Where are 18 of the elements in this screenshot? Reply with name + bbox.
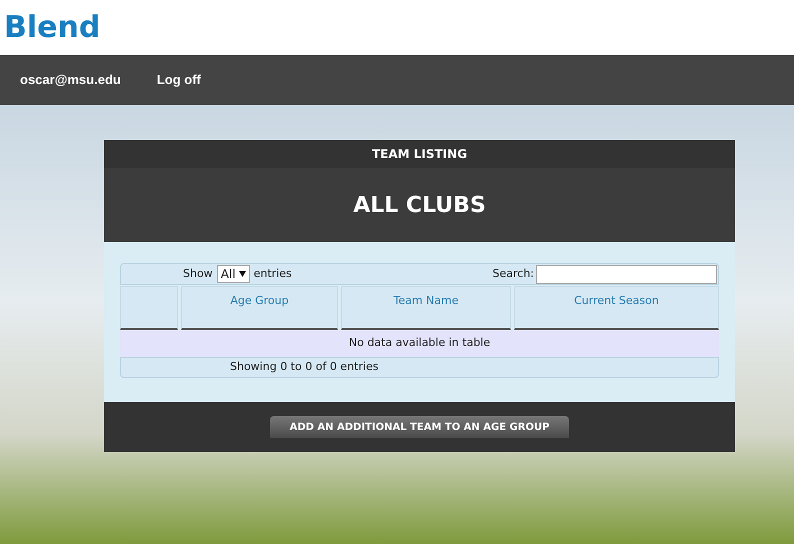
panel-header: TEAM LISTING — [104, 140, 735, 168]
show-label: Show — [183, 266, 213, 282]
search-field[interactable] — [536, 264, 717, 284]
logo: Blend — [4, 12, 100, 42]
logoff-link[interactable]: Log off — [156, 70, 201, 90]
length-select[interactable]: All — [216, 265, 250, 283]
column-header[interactable]: Current Season — [514, 286, 719, 330]
caret-icon — [238, 271, 246, 277]
empty-row: No data available in table — [120, 330, 719, 357]
entries-label: entries — [254, 266, 292, 282]
column-header[interactable] — [120, 286, 178, 330]
search-label: Search: — [492, 266, 534, 282]
info-text: Showing 0 to 0 of 0 entries — [230, 359, 378, 376]
column-header[interactable]: Age Group — [181, 286, 338, 330]
page-title: ALL CLUBS — [104, 168, 735, 242]
column-header[interactable]: Team Name — [341, 286, 511, 330]
user-link[interactable]: oscar@msu.edu — [20, 70, 121, 90]
add-team-button[interactable]: ADD AN ADDITIONAL TEAM TO AN AGE GROUP — [270, 416, 570, 438]
